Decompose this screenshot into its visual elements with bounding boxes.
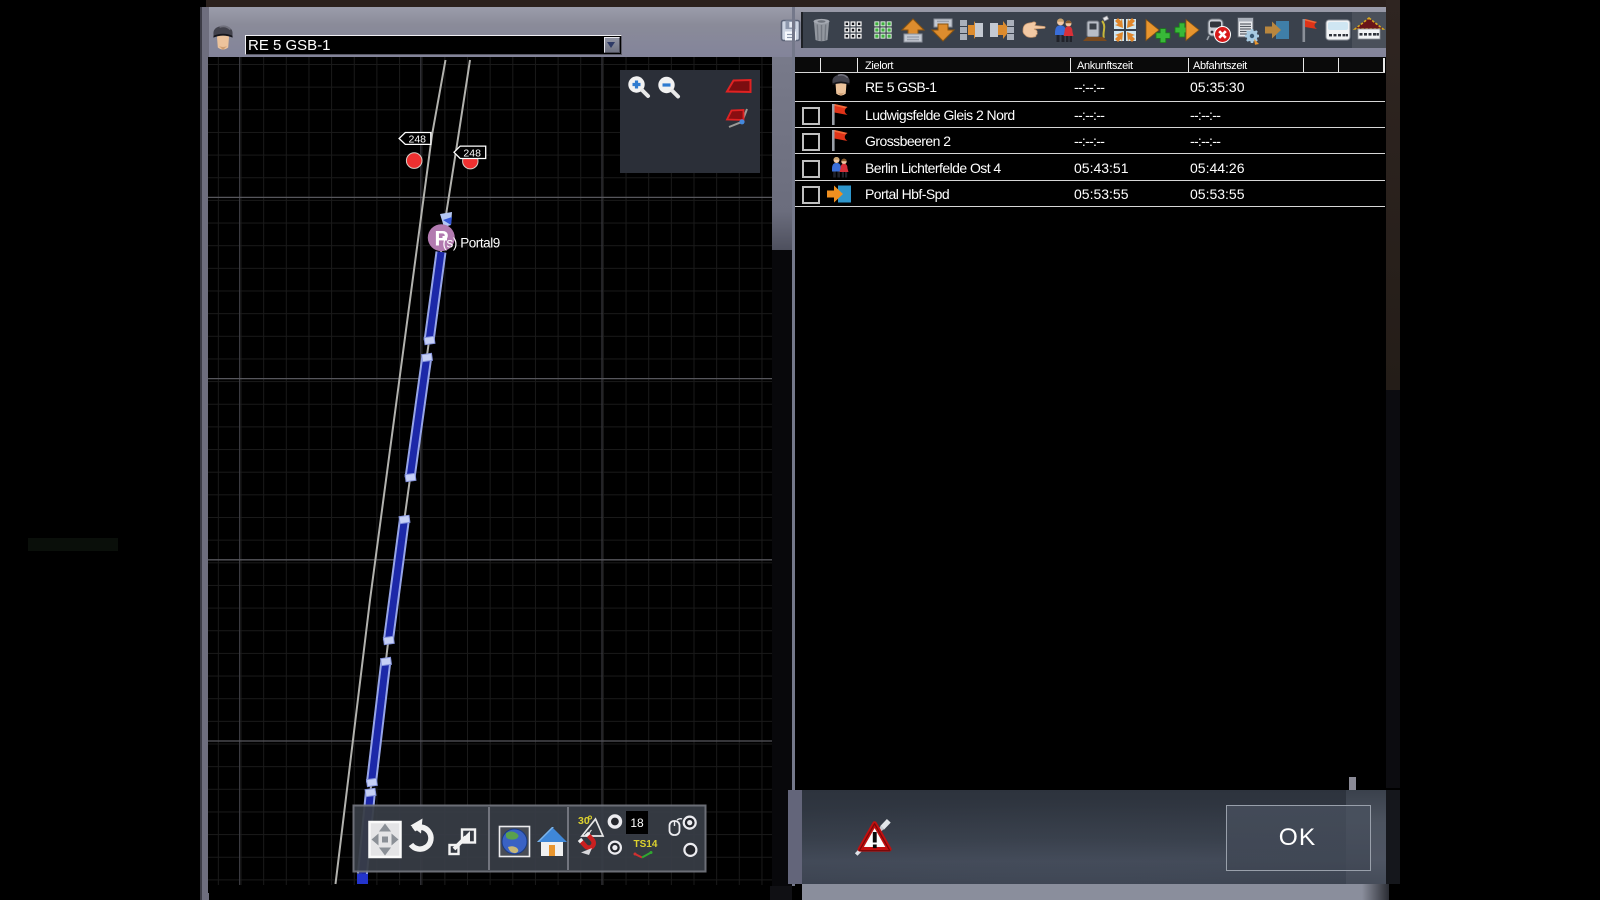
- svg-text:248: 248: [463, 147, 481, 159]
- svg-text:248: 248: [409, 134, 427, 146]
- svg-text:TS14: TS14: [634, 839, 658, 850]
- svg-text:18: 18: [630, 816, 644, 830]
- svg-text:30: 30: [578, 815, 590, 827]
- svg-text:(s) Portal9: (s) Portal9: [443, 236, 500, 251]
